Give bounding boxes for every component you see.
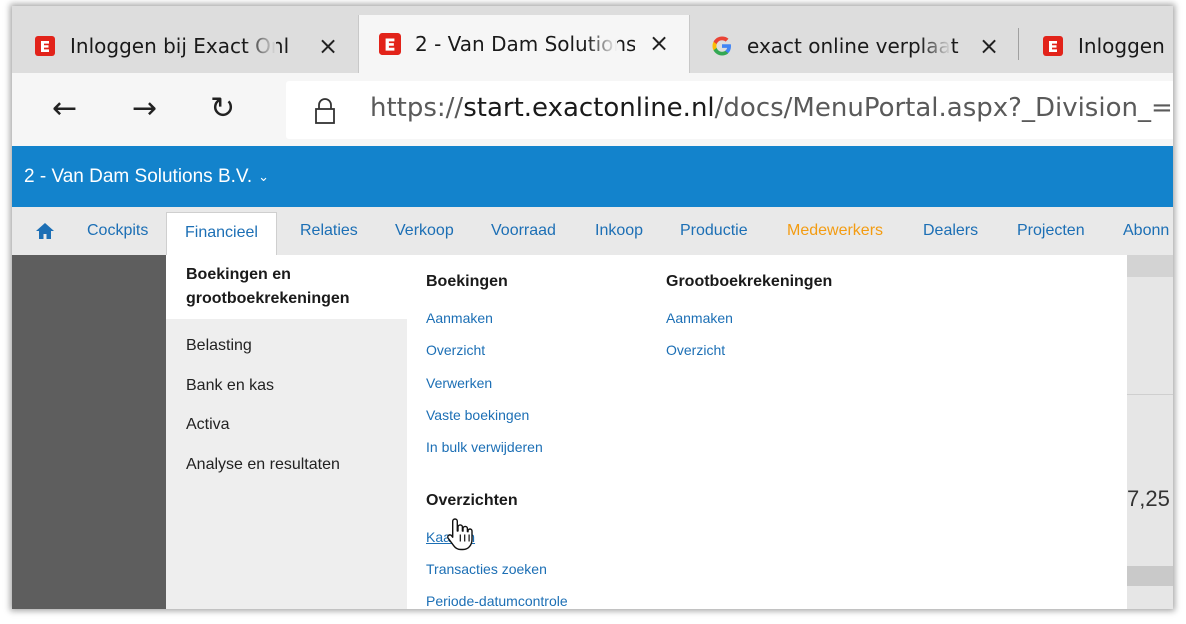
tab-inloggen[interactable]: Inloggen: [1020, 18, 1173, 73]
google-g-icon: [711, 35, 733, 57]
menu-medewerkers[interactable]: Medewerkers: [787, 207, 883, 255]
close-tab-icon[interactable]: ×: [318, 32, 338, 60]
chevron-down-icon: ⌄: [258, 169, 270, 184]
tab-title: Inloggen: [1078, 33, 1165, 58]
submenu-item-bank-en-kas[interactable]: Bank en kas: [186, 377, 274, 395]
menu-productie[interactable]: Productie: [680, 207, 748, 255]
hand-pointer-cursor-icon: [446, 516, 476, 557]
heading-grootboekrekeningen: Grootboekrekeningen: [666, 273, 833, 290]
menu-abonnementen[interactable]: Abonn: [1123, 207, 1169, 255]
link-boekingen-overzicht[interactable]: Overzicht: [426, 342, 485, 358]
page-background-right: [1127, 255, 1173, 609]
menu-projecten[interactable]: Projecten: [1017, 207, 1085, 255]
menu-verkoop[interactable]: Verkoop: [395, 207, 454, 255]
submenu-item-analyse-resultaten[interactable]: Analyse en resultaten: [186, 456, 340, 474]
submenu-item-boekingen-grootboek[interactable]: Boekingen en grootboekrekeningen: [166, 255, 407, 319]
back-arrow-icon[interactable]: ←: [52, 91, 77, 126]
company-name: 2 - Van Dam Solutions B.V.: [24, 166, 253, 187]
main-menu: Cockpits Financieel Relaties Verkoop Voo…: [12, 207, 1173, 257]
exact-e-icon: [34, 35, 56, 57]
link-periode-datumcontrole[interactable]: Periode-datumcontrole: [426, 593, 568, 609]
company-selector[interactable]: 2 - Van Dam Solutions B.V. ⌄: [24, 166, 269, 188]
submenu-header-label: Boekingen en grootboekrekeningen: [186, 266, 350, 307]
menu-cockpits[interactable]: Cockpits: [87, 207, 148, 255]
refresh-icon[interactable]: ↻: [210, 91, 235, 126]
tab-strip: Inloggen bij Exact Onl × 2 - Van Dam Sol…: [12, 6, 1173, 73]
submenu-item-belasting[interactable]: Belasting: [186, 337, 252, 355]
heading-overzichten: Overzichten: [426, 492, 518, 509]
browser-window: Inloggen bij Exact Onl × 2 - Van Dam Sol…: [12, 6, 1173, 609]
close-tab-icon[interactable]: ×: [649, 29, 669, 57]
menu-voorraad[interactable]: Voorraad: [491, 207, 556, 255]
url-text: https://start.exactonline.nl/docs/MenuPo…: [370, 93, 1173, 123]
link-verwerken[interactable]: Verwerken: [426, 375, 492, 391]
tab-inloggen-exact[interactable]: Inloggen bij Exact Onl ×: [12, 18, 357, 73]
tab-van-dam-solutions[interactable]: 2 - Van Dam Solutions ×: [358, 15, 690, 73]
page-background-left: [12, 255, 166, 609]
exact-e-icon: [1042, 35, 1064, 57]
lock-icon: [314, 97, 336, 130]
link-grootboek-aanmaken[interactable]: Aanmaken: [666, 310, 733, 326]
link-vaste-boekingen[interactable]: Vaste boekingen: [426, 407, 529, 423]
link-boekingen-aanmaken[interactable]: Aanmaken: [426, 310, 493, 326]
tab-separator: [1018, 28, 1019, 60]
menu-dealers[interactable]: Dealers: [923, 207, 978, 255]
forward-arrow-icon[interactable]: →: [132, 91, 157, 126]
close-tab-icon[interactable]: ×: [979, 32, 999, 60]
menu-financieel[interactable]: Financieel: [166, 212, 277, 257]
address-bar[interactable]: https://start.exactonline.nl/docs/MenuPo…: [286, 81, 1173, 139]
menu-inkoop[interactable]: Inkoop: [595, 207, 643, 255]
home-icon[interactable]: [35, 222, 55, 245]
link-grootboek-overzicht[interactable]: Overzicht: [666, 342, 725, 358]
submenu-content: Boekingen Aanmaken Overzicht Verwerken V…: [407, 255, 1127, 609]
link-in-bulk-verwijderen[interactable]: In bulk verwijderen: [426, 439, 543, 455]
link-transacties-zoeken[interactable]: Transacties zoeken: [426, 561, 547, 577]
exact-e-icon: [379, 33, 401, 55]
tab-google-search[interactable]: exact online verplaat ×: [689, 18, 1015, 73]
menu-relaties[interactable]: Relaties: [300, 207, 358, 255]
background-value: 7,25: [1127, 486, 1170, 511]
submenu-item-activa[interactable]: Activa: [186, 416, 230, 434]
company-header: 2 - Van Dam Solutions B.V. ⌄: [12, 146, 1173, 207]
navigation-bar: ← → ↻ https://start.exactonline.nl/docs/…: [12, 73, 1173, 146]
financieel-submenu: Boekingen en grootboekrekeningen Belasti…: [166, 255, 407, 609]
heading-boekingen: Boekingen: [426, 273, 508, 290]
